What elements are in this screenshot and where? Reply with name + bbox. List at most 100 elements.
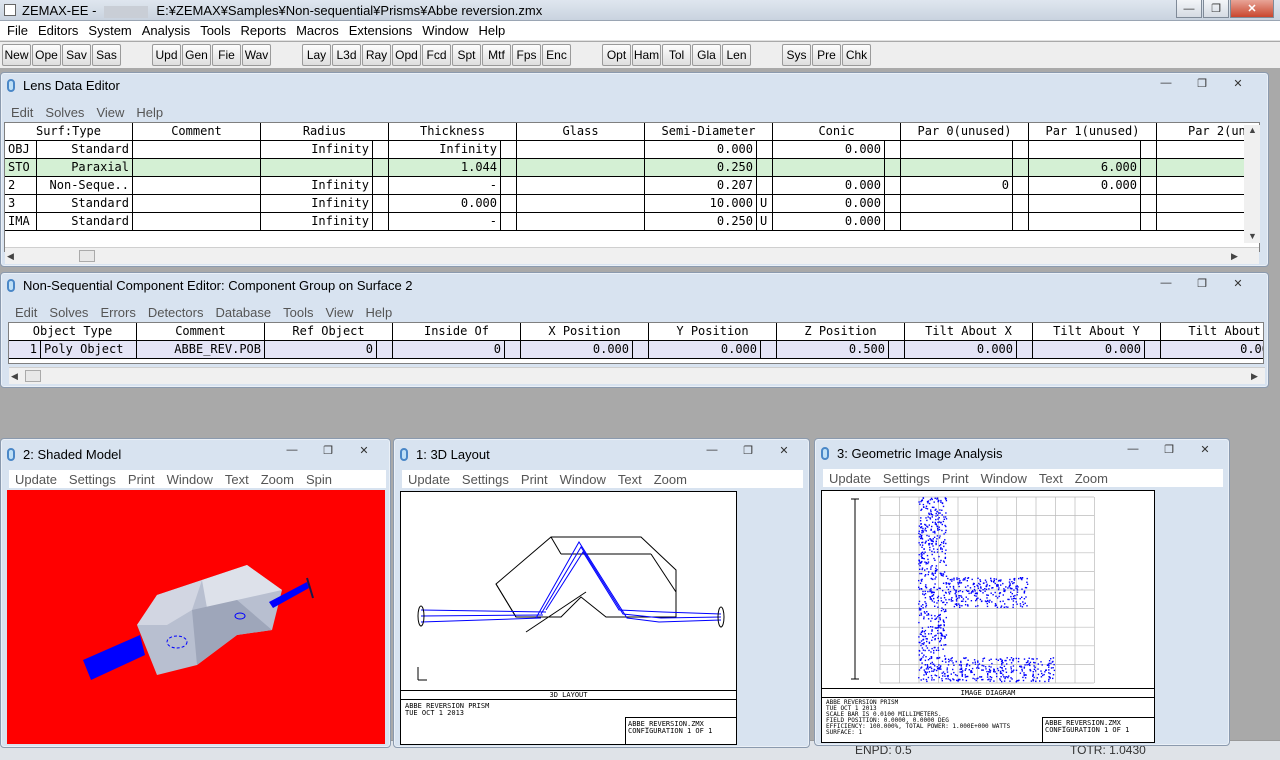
table-cell[interactable] xyxy=(1013,159,1029,177)
toolbar-button-lay[interactable]: Lay xyxy=(302,44,331,66)
lde-column-header[interactable]: Radius xyxy=(261,123,389,141)
table-cell[interactable]: 2 xyxy=(5,177,37,195)
table-cell[interactable]: U xyxy=(757,213,773,231)
table-cell[interactable]: 0 xyxy=(265,341,377,359)
table-cell[interactable] xyxy=(373,195,389,213)
nsc-column-header[interactable]: Tilt About xyxy=(1161,323,1263,341)
table-cell[interactable] xyxy=(501,213,517,231)
table-cell[interactable]: IMA xyxy=(5,213,37,231)
lde-column-header[interactable]: Par 0(unused) xyxy=(901,123,1029,141)
close-icon[interactable]: ✕ xyxy=(1230,0,1274,18)
table-cell[interactable] xyxy=(1013,141,1029,159)
table-row[interactable]: 1 Poly Object ABBE_REV.POB 0 0 0.000 0.000 0.50… xyxy=(9,341,1263,359)
lde-menu-solves[interactable]: Solves xyxy=(39,105,90,120)
menu-item-window[interactable]: Window xyxy=(417,23,473,38)
layout-menu-settings[interactable]: Settings xyxy=(456,472,515,487)
table-row[interactable]: 2Non-Seque..Infinity-0.2070.00000.0000. xyxy=(5,177,1259,195)
ncg-menu-help[interactable]: Help xyxy=(359,305,398,320)
toolbar-button-sys[interactable]: Sys xyxy=(782,44,811,66)
toolbar-button-fie[interactable]: Fie xyxy=(212,44,241,66)
nsc-column-header[interactable]: Z Position xyxy=(777,323,905,341)
table-cell[interactable] xyxy=(1141,159,1157,177)
table-cell[interactable]: 0.000 xyxy=(773,195,885,213)
restore-icon[interactable]: ❐ xyxy=(1189,275,1215,291)
table-row[interactable]: OBJ Standard Infinity Infinity 0.000 0.000 xyxy=(5,141,1259,159)
toolbar-button-tol[interactable]: Tol xyxy=(662,44,691,66)
gia-menu-print[interactable]: Print xyxy=(936,471,975,486)
table-cell[interactable] xyxy=(633,341,649,359)
table-cell[interactable] xyxy=(517,213,645,231)
nsc-column-header[interactable]: X Position xyxy=(521,323,649,341)
table-cell[interactable]: 0.500 xyxy=(777,341,889,359)
menu-item-tools[interactable]: Tools xyxy=(195,23,235,38)
table-cell[interactable] xyxy=(373,213,389,231)
table-cell[interactable] xyxy=(133,213,261,231)
lde-column-header[interactable]: Conic xyxy=(773,123,901,141)
table-cell[interactable] xyxy=(517,177,645,195)
table-cell[interactable] xyxy=(885,159,901,177)
shaded-menu-update[interactable]: Update xyxy=(9,472,63,487)
lde-hscroll[interactable]: ◀ ▶ xyxy=(5,247,1259,264)
table-cell[interactable] xyxy=(1013,195,1029,213)
table-cell[interactable]: Infinity xyxy=(261,141,373,159)
table-cell[interactable]: 6.000 xyxy=(1029,159,1141,177)
toolbar-button-spt[interactable]: Spt xyxy=(452,44,481,66)
table-cell[interactable] xyxy=(1145,341,1161,359)
table-cell[interactable] xyxy=(885,213,901,231)
table-cell[interactable] xyxy=(1013,213,1029,231)
table-cell[interactable]: 0.000 xyxy=(905,341,1017,359)
table-cell[interactable]: Infinity xyxy=(261,195,373,213)
table-cell[interactable] xyxy=(757,159,773,177)
table-cell[interactable]: - xyxy=(389,213,501,231)
gia-menu-settings[interactable]: Settings xyxy=(877,471,936,486)
table-cell[interactable] xyxy=(1141,213,1157,231)
nsc-column-header[interactable]: Y Position xyxy=(649,323,777,341)
table-cell[interactable]: STO xyxy=(5,159,37,177)
table-cell[interactable] xyxy=(1141,141,1157,159)
lde-column-header[interactable]: Surf:Type xyxy=(5,123,133,141)
toolbar-button-new[interactable]: New xyxy=(2,44,31,66)
ncg-menu-database[interactable]: Database xyxy=(209,305,277,320)
table-cell[interactable]: Infinity xyxy=(261,177,373,195)
table-cell[interactable] xyxy=(1029,213,1141,231)
restore-icon[interactable]: ❐ xyxy=(735,442,761,458)
table-cell[interactable]: 0.207 xyxy=(645,177,757,195)
ncg-menu-solves[interactable]: Solves xyxy=(43,305,94,320)
table-cell[interactable] xyxy=(901,159,1013,177)
table-cell[interactable]: Standard xyxy=(37,141,133,159)
table-row[interactable]: IMA Standard Infinity - 0.250 U 0.000 xyxy=(5,213,1259,231)
toolbar-button-ope[interactable]: Ope xyxy=(32,44,61,66)
table-cell[interactable] xyxy=(373,177,389,195)
toolbar-button-fps[interactable]: Fps xyxy=(512,44,541,66)
table-cell[interactable] xyxy=(761,341,777,359)
restore-icon[interactable]: ❐ xyxy=(1203,0,1229,18)
table-cell[interactable]: OBJ xyxy=(5,141,37,159)
menu-item-reports[interactable]: Reports xyxy=(236,23,292,38)
table-cell[interactable] xyxy=(885,141,901,159)
table-cell[interactable] xyxy=(889,341,905,359)
layout-menu-text[interactable]: Text xyxy=(612,472,648,487)
table-cell[interactable]: Infinity xyxy=(261,213,373,231)
table-cell[interactable]: 1.044 xyxy=(389,159,501,177)
restore-icon[interactable]: ❐ xyxy=(315,442,341,458)
lde-column-header[interactable]: Glass xyxy=(517,123,645,141)
layout-menu-print[interactable]: Print xyxy=(515,472,554,487)
table-cell[interactable] xyxy=(377,341,393,359)
minimize-icon[interactable]: — xyxy=(279,442,305,458)
table-cell[interactable] xyxy=(901,213,1013,231)
toolbar-button-gen[interactable]: Gen xyxy=(182,44,211,66)
table-cell[interactable] xyxy=(501,195,517,213)
table-cell[interactable] xyxy=(517,159,645,177)
scroll-down-icon[interactable]: ▼ xyxy=(1248,231,1257,241)
layout-menu-zoom[interactable]: Zoom xyxy=(648,472,693,487)
table-cell[interactable]: 0 xyxy=(901,177,1013,195)
gia-menu-text[interactable]: Text xyxy=(1033,471,1069,486)
table-cell[interactable] xyxy=(373,159,389,177)
lde-menu-edit[interactable]: Edit xyxy=(5,105,39,120)
toolbar-button-wav[interactable]: Wav xyxy=(242,44,271,66)
ncg-menu-tools[interactable]: Tools xyxy=(277,305,319,320)
table-cell[interactable] xyxy=(1141,195,1157,213)
table-cell[interactable] xyxy=(1017,341,1033,359)
lde-menu-help[interactable]: Help xyxy=(130,105,169,120)
ncg-menu-detectors[interactable]: Detectors xyxy=(142,305,210,320)
